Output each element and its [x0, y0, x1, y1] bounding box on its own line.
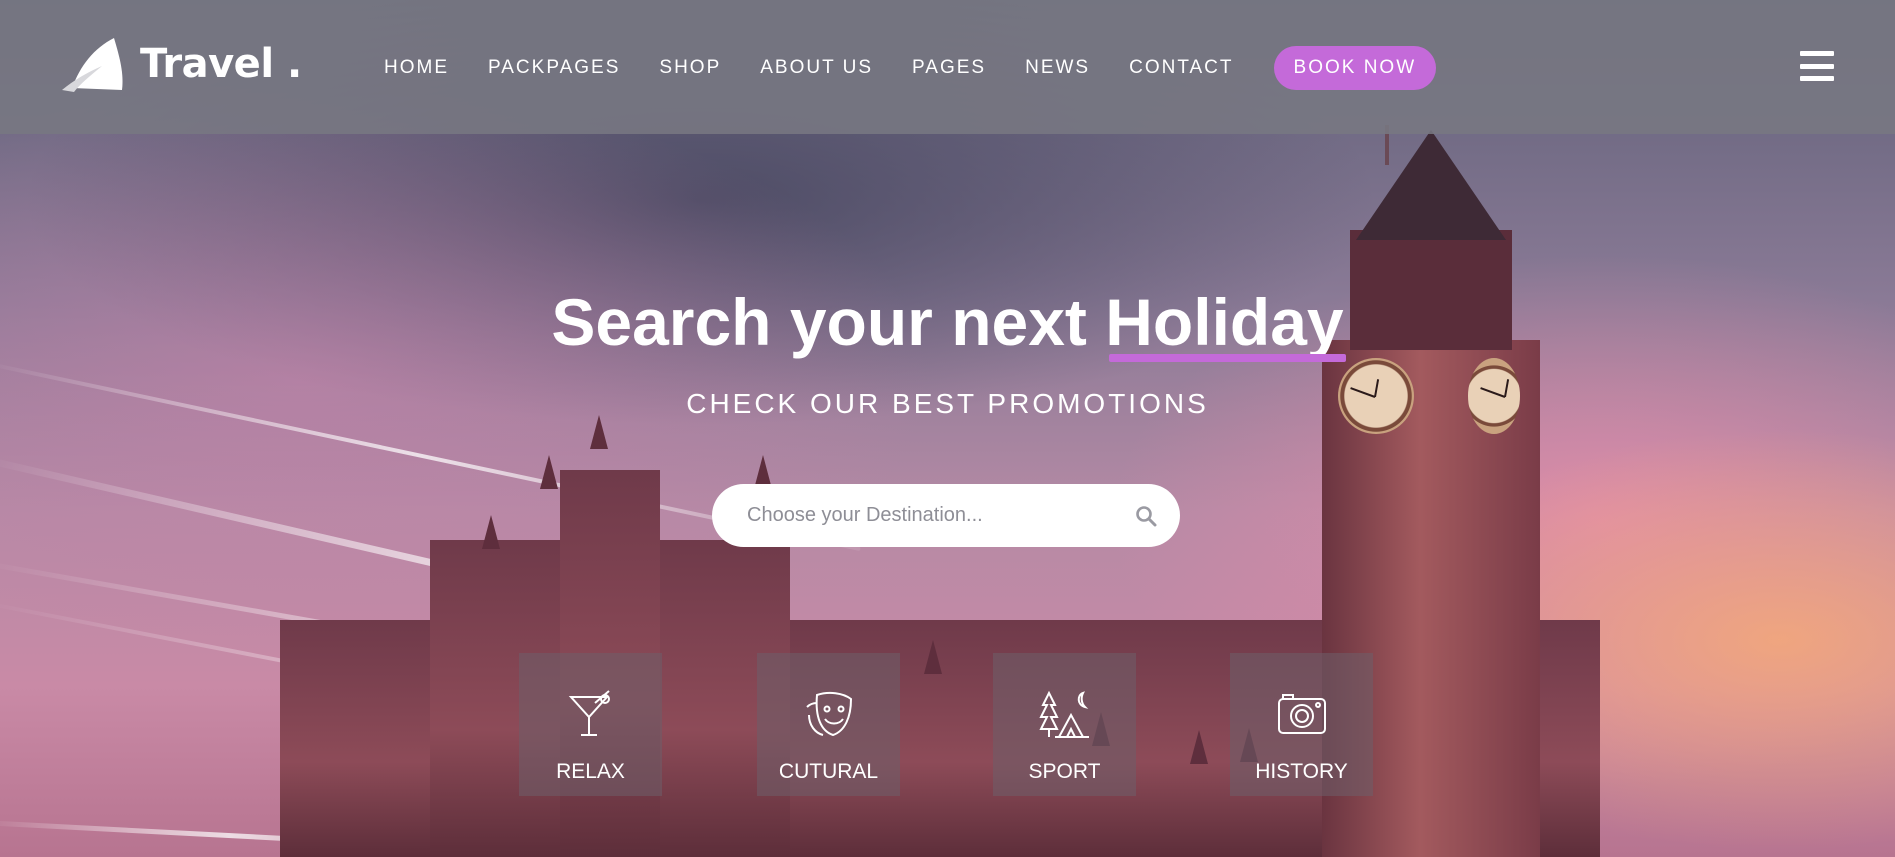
site-header: Travel . HOME PACKPAGES SHOP ABOUT US PA…: [0, 0, 1895, 134]
hero-headline: Search your next Holiday: [551, 285, 1347, 362]
category-label: RELAX: [556, 760, 625, 783]
category-history[interactable]: HISTORY: [1230, 653, 1373, 796]
category-cultural[interactable]: CUTURAL: [757, 653, 900, 796]
camping-icon: [1039, 690, 1089, 738]
cocktail-icon: [568, 690, 610, 736]
sail-logo-icon: [62, 38, 123, 92]
destination-search-input[interactable]: [747, 504, 1134, 527]
nav-item-pages[interactable]: PAGES: [912, 47, 986, 89]
nav-item-home[interactable]: HOME: [384, 47, 449, 89]
category-relax[interactable]: RELAX: [519, 653, 662, 796]
destination-search: [712, 484, 1180, 547]
nav-item-about-us[interactable]: ABOUT US: [760, 47, 873, 89]
hamburger-menu-icon[interactable]: [1800, 51, 1834, 81]
headline-highlight: Holiday: [1105, 285, 1347, 362]
main-nav: HOME PACKPAGES SHOP ABOUT US PAGES NEWS …: [384, 46, 1437, 90]
category-label: SPORT: [1028, 760, 1101, 783]
hero-subheadline: CHECK OUR BEST PROMOTIONS: [686, 388, 1209, 419]
theater-mask-icon: [806, 691, 853, 737]
nav-item-shop[interactable]: SHOP: [659, 47, 721, 89]
brand-logo[interactable]: Travel .: [60, 36, 302, 92]
category-label: CUTURAL: [778, 760, 879, 783]
nav-item-news[interactable]: NEWS: [1025, 47, 1090, 89]
camera-icon: [1278, 694, 1326, 734]
nav-item-contact[interactable]: CONTACT: [1129, 47, 1233, 89]
category-label: HISTORY: [1255, 760, 1348, 783]
category-sport[interactable]: SPORT: [993, 653, 1136, 796]
nav-item-packpages[interactable]: PACKPAGES: [488, 47, 620, 89]
search-icon[interactable]: [1134, 504, 1158, 528]
book-now-button[interactable]: BOOK NOW: [1273, 46, 1437, 90]
brand-name: Travel .: [140, 41, 302, 87]
